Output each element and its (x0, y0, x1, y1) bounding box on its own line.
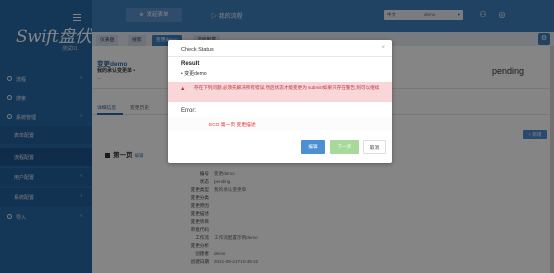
warning-text: 存在下列问题,必须先解决所有错误,然后状态才能变更为 submit!如果只存在警… (194, 85, 380, 90)
result-heading: Result (181, 61, 200, 67)
warning-triangle-icon: ▲ (180, 86, 186, 92)
error-box (168, 117, 392, 131)
check-status-dialog: Check Status × Result • 变更demo ▲ 存在下列问题,… (168, 40, 392, 163)
warning-banner: ▲ 存在下列问题,必须先解决所有错误,然后状态才能变更为 submit!如果只存… (168, 82, 392, 102)
close-icon[interactable]: × (381, 45, 385, 51)
cancel-button[interactable]: 取消 (363, 140, 386, 154)
result-item: • 变更demo (181, 71, 207, 77)
dialog-title: Check Status (181, 47, 214, 53)
error-heading: Error: (181, 108, 196, 114)
edit-button[interactable]: 编辑 (301, 140, 325, 154)
divider (168, 56, 392, 57)
next-button[interactable]: 下一步 (330, 140, 359, 154)
error-item: ECO 第一页 变更描述 (209, 123, 256, 128)
